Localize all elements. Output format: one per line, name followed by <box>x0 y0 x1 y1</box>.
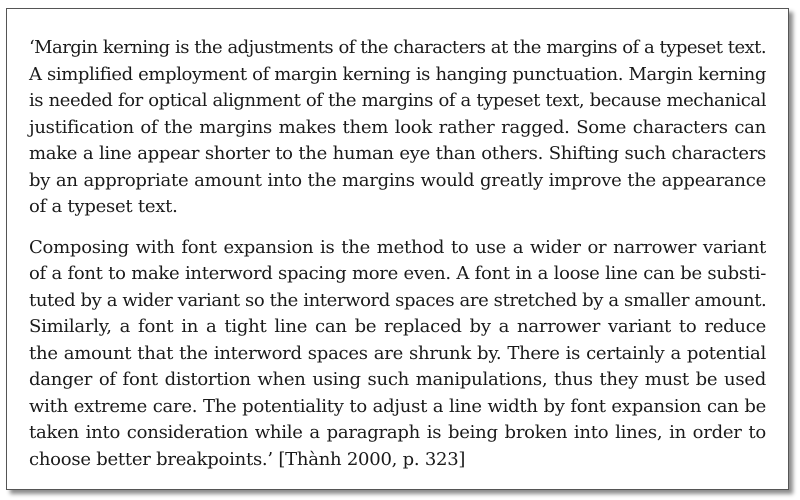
paragraph-font-expansion: Composing with font expansion is the met… <box>29 235 767 474</box>
text-line: Similarly, a font in a tight line can be… <box>29 316 766 337</box>
text-line: choose better breakpoints.’ [Thành 2000,… <box>29 448 466 470</box>
text-line: tuted by a wider variant so the interwor… <box>29 289 767 311</box>
quote-box: ‘Margin kerning is the adjustments of th… <box>6 8 789 490</box>
text-line: with extreme care. The potentiality to a… <box>29 395 766 417</box>
text-line: justification of the margins makes them … <box>29 116 766 138</box>
text-line: taken into consideration while a paragra… <box>29 422 766 443</box>
text-line: is needed for optical alignment of the m… <box>29 90 766 111</box>
text-line: the amount that the interword spaces are… <box>29 342 766 364</box>
paragraph-margin-kerning: ‘Margin kerning is the adjustments of th… <box>29 35 767 221</box>
text-line: of a font to make interword spacing more… <box>29 263 766 284</box>
text-line: ‘Margin kerning is the adjustments of th… <box>29 37 767 58</box>
text-line: of a typeset text. <box>29 196 178 217</box>
text-line: danger of font distortion when using suc… <box>29 369 766 390</box>
text-line: make a line appear shorter to the human … <box>29 143 766 164</box>
text-line: A simplified employment of margin kernin… <box>29 63 766 85</box>
text-line: by an appropriate amount into the margin… <box>29 169 766 191</box>
text-line: Composing with font expansion is the met… <box>29 236 766 258</box>
